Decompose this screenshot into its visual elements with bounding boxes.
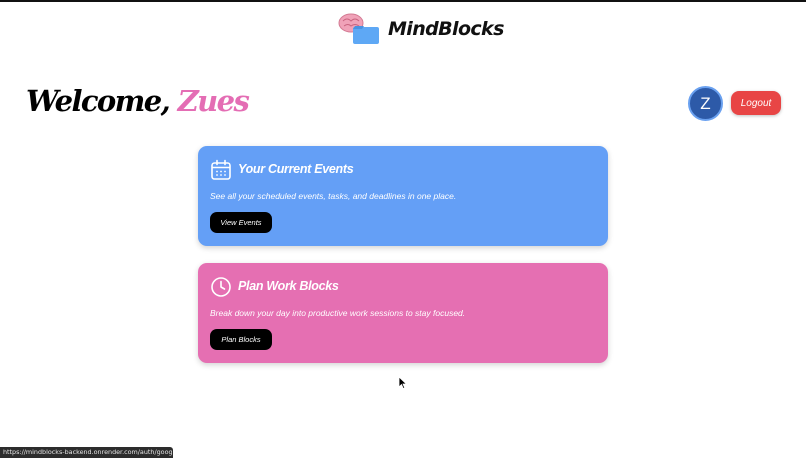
- status-bar-url: https://mindblocks-backend.onrender.com/…: [0, 447, 173, 458]
- plan-work-blocks-card: Plan Work Blocks Break down your day int…: [198, 263, 608, 363]
- user-avatar[interactable]: Z: [688, 86, 723, 121]
- welcome-username: Zues: [177, 84, 250, 118]
- logout-button[interactable]: Logout: [731, 91, 781, 115]
- plan-blocks-button[interactable]: Plan Blocks: [210, 329, 272, 350]
- mouse-cursor-icon: [398, 376, 408, 390]
- plan-work-blocks-title: Plan Work Blocks: [238, 279, 339, 293]
- welcome-heading: Welcome, Zues: [26, 84, 250, 118]
- brand-header: MindBlocks: [338, 12, 504, 46]
- current-events-description: See all your scheduled events, tasks, an…: [210, 191, 457, 201]
- view-events-button[interactable]: View Events: [210, 212, 272, 233]
- clock-icon: [210, 276, 232, 298]
- current-events-card: Your Current Events See all your schedul…: [198, 146, 608, 246]
- calendar-icon: [210, 159, 232, 181]
- window-top-border: [0, 0, 806, 2]
- welcome-greeting: Welcome,: [26, 84, 171, 118]
- current-events-title: Your Current Events: [238, 162, 354, 176]
- brain-folder-logo-icon: [338, 12, 382, 46]
- plan-work-blocks-description: Break down your day into productive work…: [210, 308, 466, 318]
- avatar-letter: Z: [700, 93, 711, 113]
- brand-title: MindBlocks: [388, 18, 504, 40]
